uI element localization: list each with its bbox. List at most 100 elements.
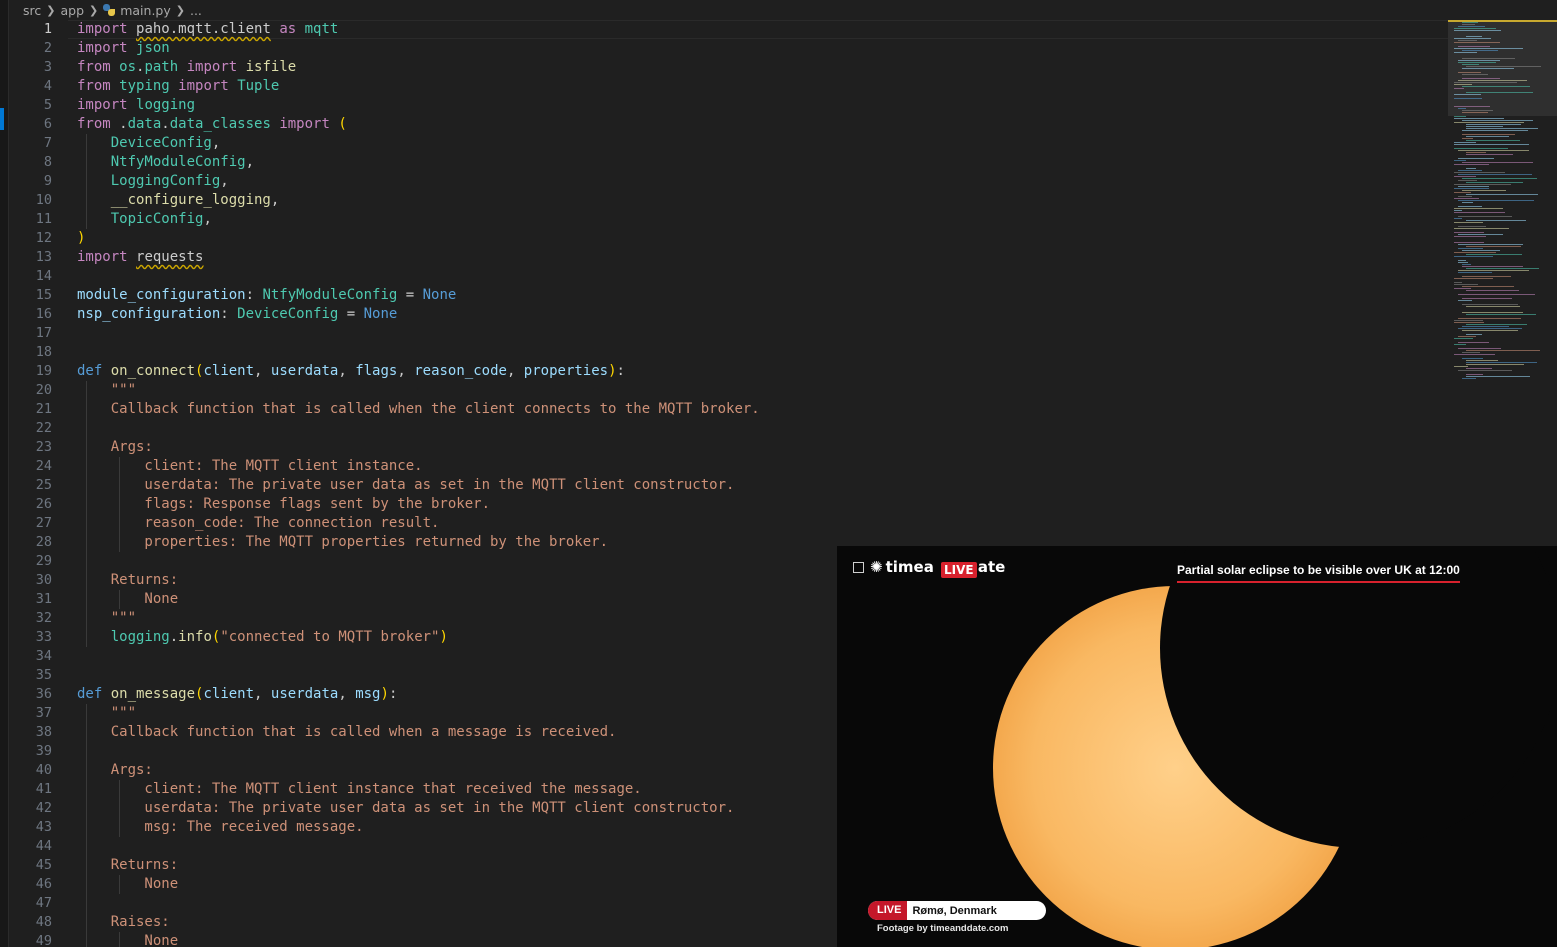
code-line[interactable]: properties: The MQTT properties returned…: [77, 533, 608, 552]
code-line[interactable]: logging.info("connected to MQTT broker"): [77, 628, 448, 647]
minimap-line: [1462, 304, 1518, 305]
code-line[interactable]: Returns:: [77, 571, 178, 590]
code-line[interactable]: NtfyModuleConfig,: [77, 153, 254, 172]
code-line[interactable]: from .data.data_classes import (: [77, 115, 347, 134]
minimap-line: [1458, 196, 1472, 197]
code-token: DeviceConfig: [110, 135, 212, 151]
minimap-line: [1454, 38, 1491, 39]
minimap-line: [1454, 252, 1496, 253]
code-line[interactable]: import paho.mqtt.client as mqtt: [77, 20, 338, 39]
minimap-line: [1458, 300, 1472, 301]
code-line[interactable]: Args:: [77, 761, 153, 780]
code-token: ,: [211, 135, 221, 151]
code-token: Callback function that is called when th…: [77, 401, 760, 417]
code-token: """: [110, 382, 137, 398]
breadcrumb-symbols[interactable]: ...: [190, 3, 202, 18]
code-line[interactable]: None: [77, 590, 178, 609]
code-line[interactable]: ): [77, 229, 85, 248]
code-token: ): [380, 686, 389, 702]
code-line[interactable]: Returns:: [77, 856, 178, 875]
code-line[interactable]: __configure_logging,: [77, 191, 280, 210]
line-number: 36: [35, 686, 52, 702]
code-line[interactable]: Callback function that is called when a …: [77, 723, 617, 742]
code-line[interactable]: userdata: The private user data as set i…: [77, 476, 734, 495]
code-token: NtfyModuleConfig: [110, 154, 246, 170]
location-bar: LIVE Rømø, Denmark: [868, 901, 1046, 920]
code-token: def: [77, 363, 103, 379]
code-line[interactable]: module_configuration: NtfyModuleConfig =…: [77, 286, 456, 305]
minimap-line: [1454, 142, 1476, 143]
code-line[interactable]: client: The MQTT client instance that re…: [77, 780, 642, 799]
code-line[interactable]: nsp_configuration: DeviceConfig = None: [77, 305, 397, 324]
code-line[interactable]: from typing import Tuple: [77, 77, 279, 96]
code-line[interactable]: flags: Response flags sent by the broker…: [77, 495, 490, 514]
location-label: Rømø, Denmark: [912, 904, 997, 917]
code-line[interactable]: Callback function that is called when th…: [77, 400, 760, 419]
code-line[interactable]: client: The MQTT client instance.: [77, 457, 422, 476]
code-token: Returns:: [77, 857, 179, 873]
indent-guide: [119, 875, 120, 894]
breadcrumb-file[interactable]: main.py: [120, 3, 171, 18]
line-number: 9: [43, 173, 52, 189]
minimap-line: [1454, 160, 1466, 161]
video-overlay[interactable]: ✺ timea ate LIVE Partial solar eclipse to…: [837, 546, 1557, 947]
code-line[interactable]: def on_connect(client, userdata, flags, …: [77, 362, 625, 381]
code-token: =: [397, 287, 423, 303]
minimap-line: [1462, 86, 1530, 87]
code-line[interactable]: TopicConfig,: [77, 210, 212, 229]
code-token: ,: [254, 363, 271, 379]
minimap-line: [1454, 48, 1523, 49]
minimap-line: [1462, 130, 1528, 131]
line-number: 11: [35, 211, 52, 227]
minimap-line: [1462, 138, 1473, 139]
breadcrumb: src ❯ app ❯ main.py ❯ ...: [8, 0, 1463, 20]
code-line[interactable]: def on_message(client, userdata, msg):: [77, 685, 397, 704]
code-line[interactable]: from os.path import isfile: [77, 58, 296, 77]
code-line[interactable]: import requests: [77, 248, 203, 267]
code-token: userdata: The private user data as set i…: [77, 800, 735, 816]
line-number: 19: [35, 363, 52, 379]
code-token: properties: The MQTT properties returned…: [77, 534, 609, 550]
code-line[interactable]: DeviceConfig,: [77, 134, 221, 153]
code-token: client: The MQTT client instance that re…: [77, 781, 642, 797]
code-line[interactable]: reason_code: The connection result.: [77, 514, 439, 533]
line-number: 22: [35, 420, 52, 436]
minimap-line: [1454, 122, 1524, 123]
code-line[interactable]: import logging: [77, 96, 195, 115]
line-number: 41: [35, 781, 52, 797]
code-line[interactable]: Args:: [77, 438, 153, 457]
code-line[interactable]: Raises:: [77, 913, 170, 932]
code-token: isfile: [245, 59, 297, 75]
active-indicator: [0, 108, 4, 130]
code-token: typing: [119, 78, 170, 94]
minimap-line: [1462, 24, 1475, 25]
line-number: 16: [35, 306, 52, 322]
code-token: Raises:: [77, 914, 170, 930]
breadcrumb-app[interactable]: app: [60, 3, 84, 18]
breadcrumb-src[interactable]: src: [23, 3, 41, 18]
minimap-line: [1454, 30, 1501, 31]
code-token: import: [186, 59, 238, 75]
code-line[interactable]: None: [77, 932, 178, 947]
code-token: properties: [523, 363, 609, 379]
code-line[interactable]: userdata: The private user data as set i…: [77, 799, 734, 818]
minimap-line: [1466, 368, 1492, 369]
code-token: client: [203, 686, 255, 702]
minimap-line: [1458, 180, 1477, 181]
code-token: from: [77, 78, 111, 94]
line-number: 46: [35, 876, 52, 892]
minimap-line: [1454, 210, 1462, 211]
code-line[interactable]: LoggingConfig,: [77, 172, 229, 191]
code-line[interactable]: import json: [77, 39, 170, 58]
code-token: client: [203, 363, 255, 379]
line-number: 7: [43, 135, 52, 151]
minimap-line: [1458, 234, 1503, 235]
code-line[interactable]: None: [77, 875, 178, 894]
minimap-line: [1458, 200, 1534, 201]
code-token: userdata: [270, 363, 339, 379]
